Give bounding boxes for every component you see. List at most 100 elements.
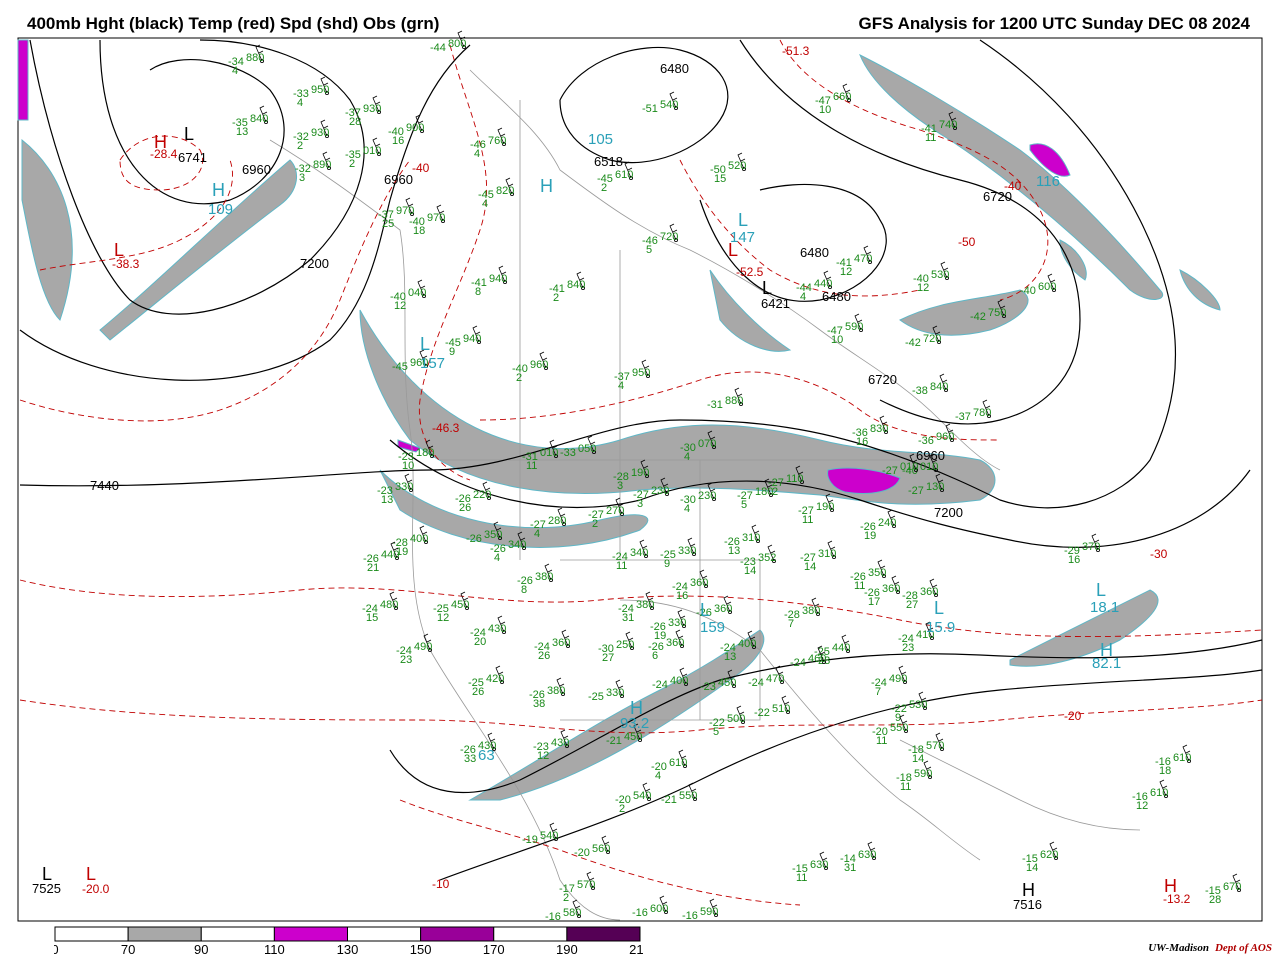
station-height: 880 <box>725 395 743 407</box>
temperature-contour-label: -51.3 <box>782 44 810 58</box>
station-dewpoint-dep: 11 <box>876 735 887 747</box>
legend-boxes <box>54 926 641 942</box>
station-dewpoint-dep: 27 <box>906 599 918 611</box>
height-contour-label: 7200 <box>300 256 329 271</box>
station-height: 190 <box>816 501 834 513</box>
station-temp: -16 <box>545 911 561 923</box>
station-height: 610 <box>1173 752 1191 764</box>
station-height: 610 <box>669 757 687 769</box>
station-height: 840 <box>930 381 948 393</box>
station-height: 590 <box>700 906 718 918</box>
legend-tick-label: 150 <box>410 942 432 956</box>
station-height: 440 <box>832 642 850 654</box>
station-dewpoint-dep: 26 <box>472 686 484 698</box>
station-height: 550 <box>890 722 908 734</box>
extreme-letter: L <box>1096 580 1106 600</box>
station-height: 760 <box>488 135 506 147</box>
speed-value-label: 105 <box>588 131 613 148</box>
station-temp: -19 <box>522 834 538 846</box>
station-height: 830 <box>870 423 888 435</box>
station-dewpoint-dep: 13 <box>728 545 740 557</box>
station-height: 540 <box>633 790 651 802</box>
station-height: 960 <box>936 431 954 443</box>
extreme-letter: H <box>212 180 225 200</box>
height-contour-label: 6960 <box>242 162 271 177</box>
station-temp: -21 <box>606 735 622 747</box>
station-temp: -24 <box>652 679 668 691</box>
station-height: 400 <box>738 638 756 650</box>
extreme-marker: L <box>114 240 124 260</box>
station-height: 530 <box>931 269 949 281</box>
station-height: 440 <box>381 549 399 561</box>
station-dewpoint-dep: 5 <box>713 726 719 738</box>
legend-swatch <box>420 926 495 942</box>
station-dewpoint-dep: 14 <box>912 753 924 765</box>
station-height: 720 <box>660 231 678 243</box>
station-dewpoint-dep: 23 <box>902 642 914 654</box>
credit-org: UW-Madison <box>1148 942 1209 954</box>
station-height: 330 <box>678 545 696 557</box>
station-height: 280 <box>548 515 566 527</box>
station-height: 400 <box>410 533 428 545</box>
station-height: 180 <box>416 447 434 459</box>
station-height: 190 <box>631 467 649 479</box>
station-height: 630 <box>810 859 828 871</box>
station-temp: -38 <box>912 385 928 397</box>
station-temp: -20 <box>574 847 590 859</box>
station-height: 310 <box>742 532 760 544</box>
station-height: 590 <box>914 768 932 780</box>
station-height: 530 <box>909 699 927 711</box>
height-contour-label: 6720 <box>868 372 897 387</box>
station-dewpoint-dep: 23 <box>400 654 412 666</box>
station-temp: -24 <box>790 657 806 669</box>
station-dewpoint-dep: 14 <box>1026 862 1038 874</box>
extreme-letter: L <box>738 210 748 230</box>
station-height: 450 <box>718 677 736 689</box>
station-dewpoint-dep: 21 <box>367 562 379 574</box>
station-height: 740 <box>939 119 957 131</box>
station-dewpoint-dep: 11 <box>616 560 627 572</box>
height-contour-label: 6480 <box>822 289 851 304</box>
legend-tick-label: 0 <box>54 942 59 956</box>
station-height: 930 <box>363 103 381 115</box>
station-height: 540 <box>540 830 558 842</box>
station-temp: -42 <box>970 311 986 323</box>
station-height: 360 <box>882 583 900 595</box>
speed-value-label: 159 <box>700 619 725 636</box>
station-height: 620 <box>1040 849 1058 861</box>
station-dewpoint-dep: 3 <box>637 498 643 510</box>
station-height: 360 <box>552 637 570 649</box>
station-dewpoint-dep: 2 <box>349 158 355 170</box>
legend-tick-label: 190 <box>556 942 578 956</box>
station-height: 240 <box>878 517 896 529</box>
temperature-contour-label: -30 <box>1150 547 1168 561</box>
station-height: 720 <box>923 333 941 345</box>
extreme-marker: L <box>420 334 430 354</box>
speed-value-label: 157 <box>420 355 445 372</box>
station-height: 360 <box>690 577 708 589</box>
legend-swatch <box>200 926 275 942</box>
station-dewpoint-dep: 6 <box>652 650 658 662</box>
station-dewpoint-dep: 26 <box>459 502 471 514</box>
station-dewpoint-dep: 4 <box>534 528 540 540</box>
station-dewpoint-dep: 9 <box>664 558 670 570</box>
station-temp: -27 <box>882 465 898 477</box>
station-dewpoint-dep: 9 <box>449 346 455 358</box>
station-height: 330 <box>395 481 413 493</box>
station-dewpoint-dep: 7 <box>875 686 881 698</box>
station-dewpoint-dep: 15 <box>714 173 726 185</box>
station-dewpoint-dep: 11 <box>802 514 813 526</box>
station-dewpoint-dep: 16 <box>676 590 688 602</box>
station-height: 380 <box>636 599 654 611</box>
station-height: 840 <box>567 279 585 291</box>
height-contour-label: 6960 <box>916 448 945 463</box>
station-height: 380 <box>547 685 565 697</box>
station-dewpoint-dep: 38 <box>533 698 545 710</box>
legend-tick-label: 90 <box>194 942 208 956</box>
station-dewpoint-dep: 31 <box>844 862 856 874</box>
height-contour-label: 6480 <box>660 61 689 76</box>
station-height: 220 <box>473 489 491 501</box>
station-height: 960 <box>530 359 548 371</box>
extreme-marker: L <box>762 278 772 298</box>
station-height: 070 <box>698 438 716 450</box>
